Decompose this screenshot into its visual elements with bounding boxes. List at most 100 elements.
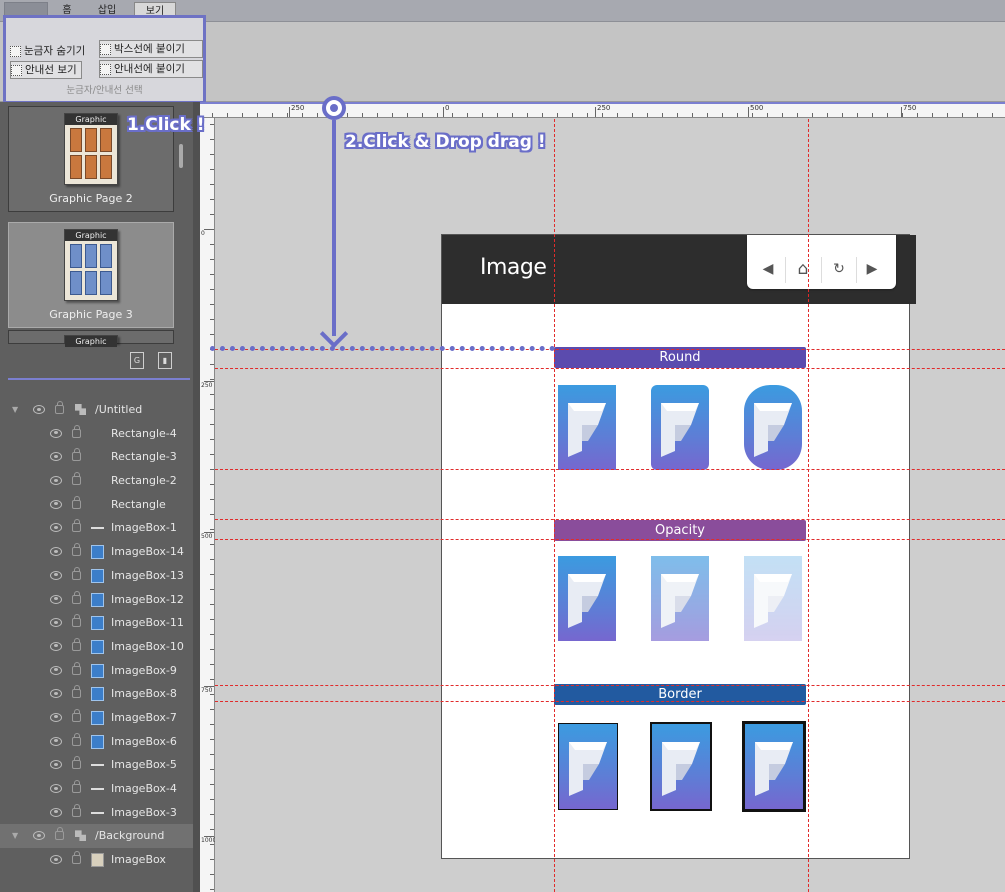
lock-icon[interactable] xyxy=(55,401,64,414)
lock-icon[interactable] xyxy=(72,448,81,462)
visibility-eye-icon[interactable] xyxy=(50,547,62,557)
layer-row[interactable]: ImageBox-5 xyxy=(0,753,200,777)
hide-ruler-button[interactable]: 눈금자 숨기기 xyxy=(10,42,89,60)
hide-ruler-label: 눈금자 숨기기 xyxy=(24,45,86,57)
expand-triangle-icon[interactable]: ▼ xyxy=(12,398,18,422)
guide-line-horizontal[interactable] xyxy=(215,469,1005,470)
page-card-next[interactable]: Graphic xyxy=(8,330,174,347)
layer-row[interactable]: ImageBox-11 xyxy=(0,611,200,635)
lock-icon[interactable] xyxy=(72,424,81,438)
next-icon[interactable]: ▶ xyxy=(861,258,883,280)
visibility-eye-icon[interactable] xyxy=(33,831,45,841)
lock-icon[interactable] xyxy=(72,708,81,722)
page-card-graphic-page-3[interactable]: Graphic Graphic Page 3 xyxy=(8,222,174,328)
layer-row[interactable]: ▼ /Untitled xyxy=(0,398,200,422)
layer-row[interactable]: ImageBox-4 xyxy=(0,777,200,801)
ruler-label: 0 xyxy=(445,104,450,112)
lock-icon[interactable] xyxy=(72,780,81,793)
layer-row[interactable]: Rectangle xyxy=(0,493,200,517)
snap-to-guide-button[interactable]: 안내선에 붙이기 xyxy=(99,60,203,78)
image-border-2[interactable] xyxy=(650,722,712,811)
visibility-eye-icon[interactable] xyxy=(50,712,62,722)
lock-icon[interactable] xyxy=(72,614,81,628)
layer-row[interactable]: ImageBox-6 xyxy=(0,730,200,754)
layer-row[interactable]: Rectangle-3 xyxy=(0,445,200,469)
section-bar-round[interactable]: Round xyxy=(554,347,806,368)
horizontal-ruler[interactable]: 250 0 250 500 750 xyxy=(200,102,1005,118)
lock-icon[interactable] xyxy=(72,590,81,604)
layer-row[interactable]: ImageBox-12 xyxy=(0,588,200,612)
section-bar-opacity[interactable]: Opacity xyxy=(554,520,806,541)
layer-row[interactable]: ImageBox xyxy=(0,848,200,872)
add-page-icon[interactable]: G xyxy=(130,352,144,369)
lock-icon[interactable] xyxy=(72,803,81,817)
visibility-eye-icon[interactable] xyxy=(50,689,62,699)
prev-icon[interactable]: ◀ xyxy=(757,258,779,280)
layer-row[interactable]: ▼ /Background xyxy=(0,824,200,849)
image-round-3[interactable] xyxy=(744,385,802,470)
guide-line-vertical[interactable] xyxy=(554,119,555,892)
visibility-eye-icon[interactable] xyxy=(50,784,62,793)
layer-row[interactable]: ImageBox-14 xyxy=(0,540,200,564)
visibility-eye-icon[interactable] xyxy=(50,641,62,651)
visibility-eye-icon[interactable] xyxy=(50,736,62,746)
image-opacity-3[interactable] xyxy=(744,556,802,641)
visibility-eye-icon[interactable] xyxy=(50,499,62,509)
layer-row[interactable]: ImageBox-3 xyxy=(0,801,200,825)
image-opacity-2[interactable] xyxy=(651,556,709,641)
lock-icon[interactable] xyxy=(72,756,81,770)
lock-icon[interactable] xyxy=(72,472,81,486)
visibility-eye-icon[interactable] xyxy=(50,523,62,533)
image-opacity-1[interactable] xyxy=(558,556,616,641)
layer-scrollbar[interactable] xyxy=(193,102,200,892)
layer-row[interactable]: ImageBox-7 xyxy=(0,706,200,730)
layer-row[interactable]: ImageBox-10 xyxy=(0,635,200,659)
layer-row[interactable]: ImageBox-1 xyxy=(0,516,200,540)
refresh-icon[interactable]: ↻ xyxy=(828,258,850,280)
visibility-eye-icon[interactable] xyxy=(50,618,62,628)
layer-row[interactable]: ImageBox-9 xyxy=(0,659,200,683)
home-icon[interactable]: ⌂ xyxy=(792,258,814,280)
guide-line-horizontal[interactable] xyxy=(215,685,1005,686)
snap-to-box-button[interactable]: 박스선에 붙이기 xyxy=(99,40,203,58)
visibility-eye-icon[interactable] xyxy=(50,570,62,580)
lock-icon[interactable] xyxy=(72,495,81,509)
image-round-1[interactable] xyxy=(558,385,616,470)
layer-row[interactable]: ImageBox-13 xyxy=(0,564,200,588)
lock-icon[interactable] xyxy=(55,827,64,841)
visibility-eye-icon[interactable] xyxy=(50,594,62,604)
page-list-scrollbar[interactable] xyxy=(179,144,183,168)
guide-line-horizontal[interactable] xyxy=(215,368,1005,369)
image-border-3[interactable] xyxy=(742,721,806,812)
delete-page-icon[interactable]: ▮ xyxy=(158,352,172,369)
visibility-eye-icon[interactable] xyxy=(50,476,62,486)
lock-icon[interactable] xyxy=(72,519,81,533)
lock-icon[interactable] xyxy=(72,732,81,746)
lock-icon[interactable] xyxy=(72,566,81,580)
lock-icon[interactable] xyxy=(72,851,81,865)
layer-row[interactable]: Rectangle-4 xyxy=(0,422,200,446)
vertical-ruler[interactable]: 0 250 500 750 1000 xyxy=(200,118,216,892)
visibility-eye-icon[interactable] xyxy=(50,807,62,817)
visibility-eye-icon[interactable] xyxy=(50,760,62,770)
page-artboard[interactable]: Image ◀ ⌂ ↻ ▶ Round Opacity Border xyxy=(441,234,916,859)
visibility-eye-icon[interactable] xyxy=(50,452,62,462)
guide-line-vertical[interactable] xyxy=(808,119,809,892)
lock-icon[interactable] xyxy=(72,685,81,699)
visibility-eye-icon[interactable] xyxy=(50,855,62,865)
guide-line-horizontal[interactable] xyxy=(215,519,1005,520)
lock-icon[interactable] xyxy=(72,543,81,557)
image-border-1[interactable] xyxy=(558,723,618,810)
layer-row[interactable]: ImageBox-8 xyxy=(0,682,200,706)
lock-icon[interactable] xyxy=(72,661,81,675)
guide-line-horizontal[interactable] xyxy=(215,539,1005,540)
visibility-eye-icon[interactable] xyxy=(50,665,62,675)
expand-triangle-icon[interactable]: ▼ xyxy=(12,824,18,848)
visibility-eye-icon[interactable] xyxy=(33,405,45,414)
guide-line-horizontal[interactable] xyxy=(215,701,1005,702)
lock-icon[interactable] xyxy=(72,637,81,651)
visibility-eye-icon[interactable] xyxy=(50,428,62,438)
show-guide-button[interactable]: 안내선 보기 xyxy=(10,61,82,79)
image-round-2[interactable] xyxy=(651,385,709,470)
layer-row[interactable]: Rectangle-2 xyxy=(0,469,200,493)
